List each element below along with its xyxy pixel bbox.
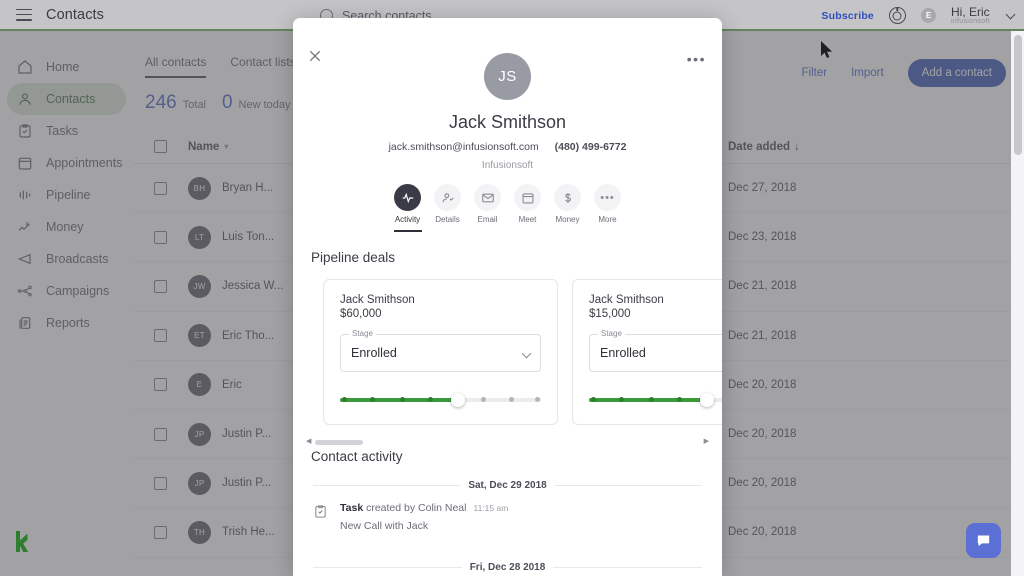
activity-date-divider: Sat, Dec 29 2018 [313,479,703,491]
slider-fill [589,397,706,402]
chat-bubble-button[interactable] [966,523,1001,558]
dollar-icon [554,184,581,211]
keap-k-logo-icon [16,531,29,552]
avatar: JS [484,53,531,100]
tab-label: Activity [394,215,421,224]
slider-fill [340,397,457,402]
contact-detail-modal: ••• JS Jack Smithson jack.smithson@infus… [293,18,722,576]
tab-money[interactable]: Money [548,184,588,232]
more-horizontal-icon: ••• [594,184,621,211]
modal-header: JS Jack Smithson jack.smithson@infusions… [293,18,722,171]
close-icon[interactable] [307,48,323,64]
activity-time: 11:15 am [473,502,509,513]
tab-email[interactable]: Email [468,184,508,232]
pipeline-horizontal-scrollbar[interactable]: ◀ ▶ [305,437,710,447]
user-greeting: Hi, Eric [950,4,990,19]
stage-value: Enrolled [351,345,397,360]
activity-date-label: Fri, Dec 28 2018 [469,561,546,573]
page-title: Contacts [46,6,105,23]
tab-details[interactable]: Details [428,184,468,232]
pipeline-scroll-thumb[interactable] [315,440,363,446]
chevron-down-icon[interactable] [521,348,532,359]
envelope-icon [474,184,501,211]
person-details-icon [434,184,461,211]
mouse-pointer-icon [820,40,834,65]
stage-select[interactable]: Stage Enrolled [589,328,722,372]
contact-organization: Infusionsoft [481,160,534,171]
tab-label: Details [435,215,460,224]
user-menu[interactable]: Hi, Eric infusionsoft [950,4,990,26]
header-right-cluster: Subscribe E Hi, Eric infusionsoft [821,0,1016,31]
tab-activity[interactable]: Activity [388,184,428,232]
tab-label: Money [555,215,580,224]
page-scrollbar-thumb[interactable] [1013,35,1022,155]
activity-pulse-icon [394,184,421,211]
pipeline-deals-title: Pipeline deals [311,249,396,265]
activity-item[interactable]: Task created by Colin Neal 11:15 am New C… [293,491,722,532]
deal-progress-slider[interactable] [589,392,722,408]
deal-contact-name: Jack Smithson [589,293,664,306]
help-icon[interactable] [888,7,906,24]
tab-label: Meet [518,215,537,224]
activity-date-divider: Fri, Dec 28 2018 [313,561,703,573]
deal-card[interactable]: Jack Smithson $60,000 Stage Enrolled [323,278,558,425]
deal-amount: $60,000 [340,307,382,320]
activity-detail: New Call with Jack [340,519,429,532]
slider-knob[interactable] [699,392,714,407]
stage-value: Enrolled [600,345,646,360]
subscribe-link[interactable]: Subscribe [821,10,874,22]
contact-activity-title: Contact activity [311,448,403,464]
page-scrollbar[interactable] [1011,31,1024,576]
active-tab-underline [393,230,422,232]
contact-info-row: jack.smithson@infusionsoft.com (480) 499… [293,141,722,153]
divider-line [554,484,703,486]
pipeline-deals-list: Jack Smithson $60,000 Stage Enrolled Jac… [293,265,722,425]
stage-select[interactable]: Stage Enrolled [340,328,541,372]
chevron-down-icon[interactable] [1005,9,1016,19]
stage-label: Stage [349,328,376,338]
deal-contact-name: Jack Smithson [340,293,415,306]
activity-bold-text: Task [340,501,364,514]
org-avatar: E [920,8,936,23]
clipboard-check-icon [313,502,329,532]
chat-bubble-icon [977,535,990,547]
stage-label: Stage [598,328,625,338]
divider-line [313,566,462,568]
calendar-icon [514,184,541,211]
more-horizontal-icon[interactable]: ••• [687,51,706,67]
activity-body: Task created by Colin Neal 11:15 am New C… [340,502,702,532]
contact-email[interactable]: jack.smithson@infusionsoft.com [389,141,539,153]
scroll-left-icon[interactable]: ◀ [306,437,311,445]
activity-headline: Task created by Colin Neal 11:15 am [340,502,702,514]
tab-meet[interactable]: Meet [508,184,548,232]
divider-line [553,566,703,568]
modal-tabs: Activity Details Email Meet Money ••• Mo… [293,184,722,232]
hamburger-icon[interactable] [16,8,32,21]
slider-knob[interactable] [450,392,465,407]
deal-progress-slider[interactable] [340,392,541,408]
tab-label: Email [477,215,498,224]
divider-line [313,484,461,486]
tab-more[interactable]: ••• More [588,184,628,232]
contact-phone[interactable]: (480) 499-6772 [555,141,627,153]
app-root: Home Contacts Tasks Appointments [0,0,1024,576]
deal-amount: $15,000 [589,307,631,320]
contact-name: Jack Smithson [448,112,567,132]
tab-label: More [598,215,617,224]
activity-date-label: Sat, Dec 29 2018 [468,479,547,491]
activity-rest-text: created by Colin Neal [363,501,467,514]
scroll-right-icon[interactable]: ▶ [704,437,709,445]
deal-card[interactable]: Jack Smithson $15,000 Stage Enrolled [572,278,722,425]
keap-k-logo [14,529,34,560]
user-org-label: infusionsoft [950,18,990,26]
